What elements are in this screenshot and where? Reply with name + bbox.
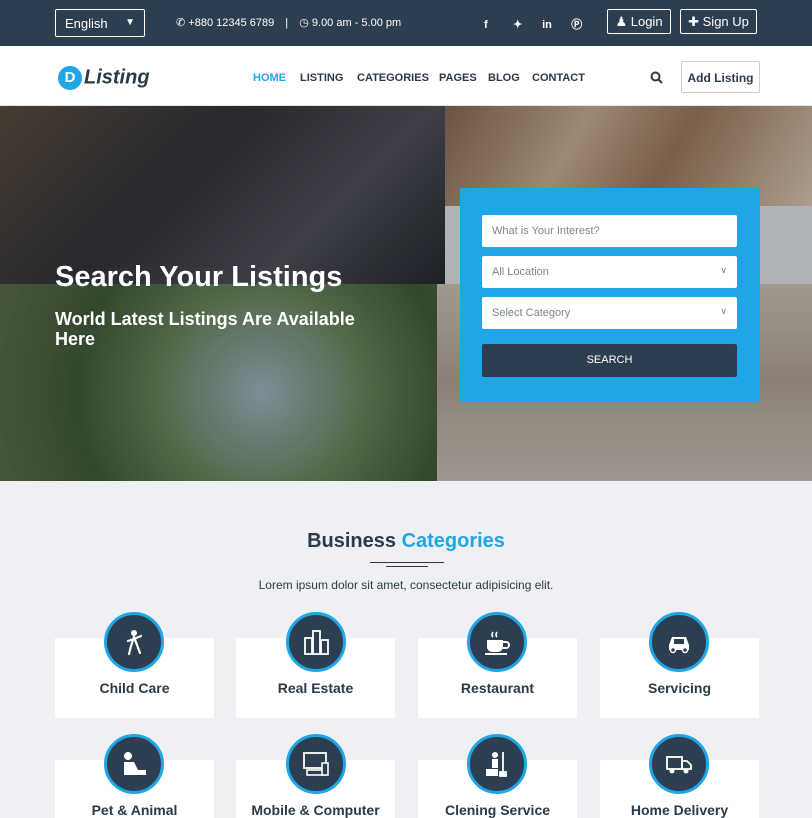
category-label: Child Care [99,680,170,696]
title-part1: Business [307,530,396,552]
divider: | [285,17,289,29]
location-value: All Location [492,266,549,278]
logo-badge: D [58,66,82,90]
categories-description: Lorem ipsum dolor sit amet, consectetur … [258,578,554,592]
cleaning-icon [467,734,527,794]
category-value: Select Category [492,307,571,319]
add-listing-button[interactable]: Add Listing [681,61,760,93]
child-icon [104,612,164,672]
linkedin-icon[interactable]: in [542,19,568,31]
signup-label: Sign Up [702,14,749,29]
plus-icon: ✚ [688,14,700,29]
nav-item-categories[interactable]: CATEGORIES [357,72,429,84]
nav-item-contact[interactable]: CONTACT [532,72,585,84]
top-bar: English ▼ ✆ +880 12345 6789 | ◷ 9.00 am … [0,0,812,46]
twitter-icon[interactable]: ✦ [513,18,539,31]
nav-item-listing[interactable]: LISTING [300,72,343,84]
coffee-cup-icon [467,612,527,672]
nav-item-pages[interactable]: PAGES [439,72,477,84]
opening-hours: 9.00 am - 5.00 pm [311,17,402,29]
category-label: Mobile & Computer [251,802,380,818]
truck-icon [649,734,709,794]
language-select[interactable]: English ▼ [55,9,145,37]
pet-icon [104,734,164,794]
search-panel: What is Your Interest? All Location ∨ Se… [460,188,760,402]
nav-item-blog[interactable]: BLOG [488,72,520,84]
phone-icon: ✆ [176,17,186,29]
login-button[interactable]: ♟ Login [607,9,671,34]
chevron-down-icon: ▼ [125,17,135,28]
language-value: English [65,16,108,31]
signup-button[interactable]: ✚ Sign Up [680,9,757,34]
contact-info: ✆ +880 12345 6789 | ◷ 9.00 am - 5.00 pm [176,16,401,29]
logo-text: Listing [84,66,150,89]
clock-icon: ◷ [299,17,309,29]
title-underline [386,566,428,567]
car-icon [649,612,709,672]
categories-title: Business Categories [0,530,812,553]
hero-title: Search Your Listings [55,261,343,293]
location-select[interactable]: All Location ∨ [482,256,737,288]
hero-subtitle: World Latest Listings Are Available Here [55,309,355,349]
search-icon[interactable] [650,71,663,89]
login-label: Login [630,14,663,29]
pinterest-icon[interactable]: Ⓟ [571,16,597,32]
category-label: Restaurant [460,680,535,696]
user-icon: ♟ [615,14,628,29]
chevron-down-icon: ∨ [720,265,727,275]
chevron-down-icon: ∨ [720,306,727,316]
category-label: Pet & Animal [91,802,178,818]
phone-number: +880 12345 6789 [188,17,275,29]
title-underline [370,562,444,563]
category-label: Real Estate [277,680,354,696]
interest-input[interactable]: What is Your Interest? [482,215,737,247]
category-label: Home Delivery [630,802,729,818]
category-select[interactable]: Select Category ∨ [482,297,737,329]
title-part2: Categories [401,530,505,552]
computer-icon [286,734,346,794]
search-button[interactable]: SEARCH [482,344,737,377]
buildings-icon [286,612,346,672]
site-logo[interactable]: D Listing [58,66,150,90]
nav-item-home[interactable]: HOME [253,72,286,84]
category-label: Clening Service [444,802,551,818]
category-label: Servicing [647,680,712,696]
social-links: f ✦ in Ⓟ [484,16,597,32]
facebook-icon[interactable]: f [484,19,510,31]
